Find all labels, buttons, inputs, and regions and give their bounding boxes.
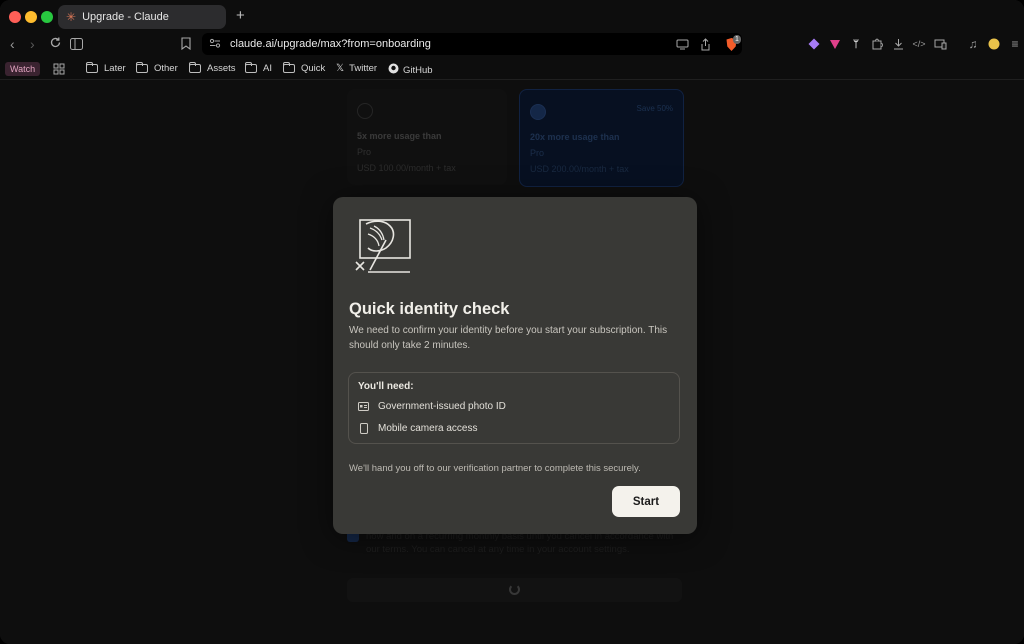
url-text: claude.ai/upgrade/max?from=onboarding [230,38,431,50]
share-icon[interactable] [698,37,712,51]
modal-description: We need to confirm your identity before … [349,325,668,351]
bookmark-folder-assets[interactable]: Assets [189,62,236,74]
requirements-title: You'll need: [358,381,414,392]
tab-upgrade-claude[interactable]: ✳ Upgrade - Claude [58,5,226,29]
requirement-camera: Mobile camera access [358,423,477,434]
folder-icon [136,62,148,73]
download-icon[interactable] [891,37,905,51]
menu-icon[interactable]: ≡ [1008,37,1022,51]
profile-avatar-icon[interactable] [987,37,1001,51]
bookmark-folder-ai[interactable]: AI [245,62,272,74]
tab-title: Upgrade - Claude [82,11,169,23]
bookmark-label: Later [104,63,126,74]
start-button[interactable]: Start [612,486,680,517]
tab-strip: ✳ Upgrade - Claude + [0,0,1024,32]
bookmark-folder-quick[interactable]: Quick [283,62,326,74]
extension-check-icon[interactable] [828,37,842,51]
modal-footer-text: We'll hand you off to our verification p… [349,463,641,474]
back-icon[interactable]: ‹ [10,36,15,52]
extension-purple-icon[interactable] [807,37,821,51]
folder-icon [189,62,201,73]
bookmark-label: Other [154,63,178,74]
reload-icon[interactable] [49,36,62,52]
modal-title: Quick identity check [349,300,510,318]
bookmark-twitter[interactable]: 𝕏 Twitter [336,63,377,74]
bookmark-watch[interactable]: Watch [5,62,41,76]
bookmark-label: Quick [301,63,326,74]
device-icon[interactable] [933,37,947,51]
bookmark-label: AI [263,63,272,74]
minimize-window-button[interactable] [25,11,37,23]
bookmark-label: Twitter [349,63,378,74]
forward-icon[interactable]: › [30,36,35,52]
media-music-icon[interactable]: ♫ [966,37,980,51]
bookmark-icon[interactable] [181,37,191,53]
bookmark-folder-other[interactable]: Other [136,62,178,74]
extensions-puzzle-icon[interactable] [870,37,884,51]
requirement-label: Government-issued photo ID [378,401,506,412]
bookmark-github[interactable]: GitHub [388,63,433,77]
bookmark-label: GitHub [403,64,433,76]
browser-window: ✳ Upgrade - Claude + ‹ › claude.ai/upgra… [0,0,1024,644]
extension-ve-icon[interactable]: ᛘ [849,37,863,51]
github-logo-icon [388,63,399,77]
new-tab-button[interactable]: + [236,7,245,24]
sidebar-toggle-icon[interactable] [70,37,83,53]
x-logo-icon: 𝕏 [336,63,345,74]
id-card-icon [358,401,369,412]
folder-icon [86,62,98,73]
folder-icon [283,62,295,73]
cast-icon[interactable] [675,37,689,51]
brave-badge: 1 [733,35,741,44]
close-window-button[interactable] [9,11,21,23]
apps-grid-icon[interactable] [52,62,66,76]
bookmark-folder-later[interactable]: Later [86,62,126,74]
claude-favicon-icon: ✳ [66,10,77,24]
site-settings-icon[interactable] [209,38,221,51]
mobile-phone-icon [358,423,369,434]
requirement-photo-id: Government-issued photo ID [358,401,506,412]
folder-icon [245,62,257,73]
requirement-label: Mobile camera access [378,423,478,434]
bookmark-label: Assets [207,63,236,74]
signature-quill-icon [355,219,411,273]
maximize-window-button[interactable] [41,11,53,23]
dev-tools-icon[interactable]: </> [912,37,926,51]
